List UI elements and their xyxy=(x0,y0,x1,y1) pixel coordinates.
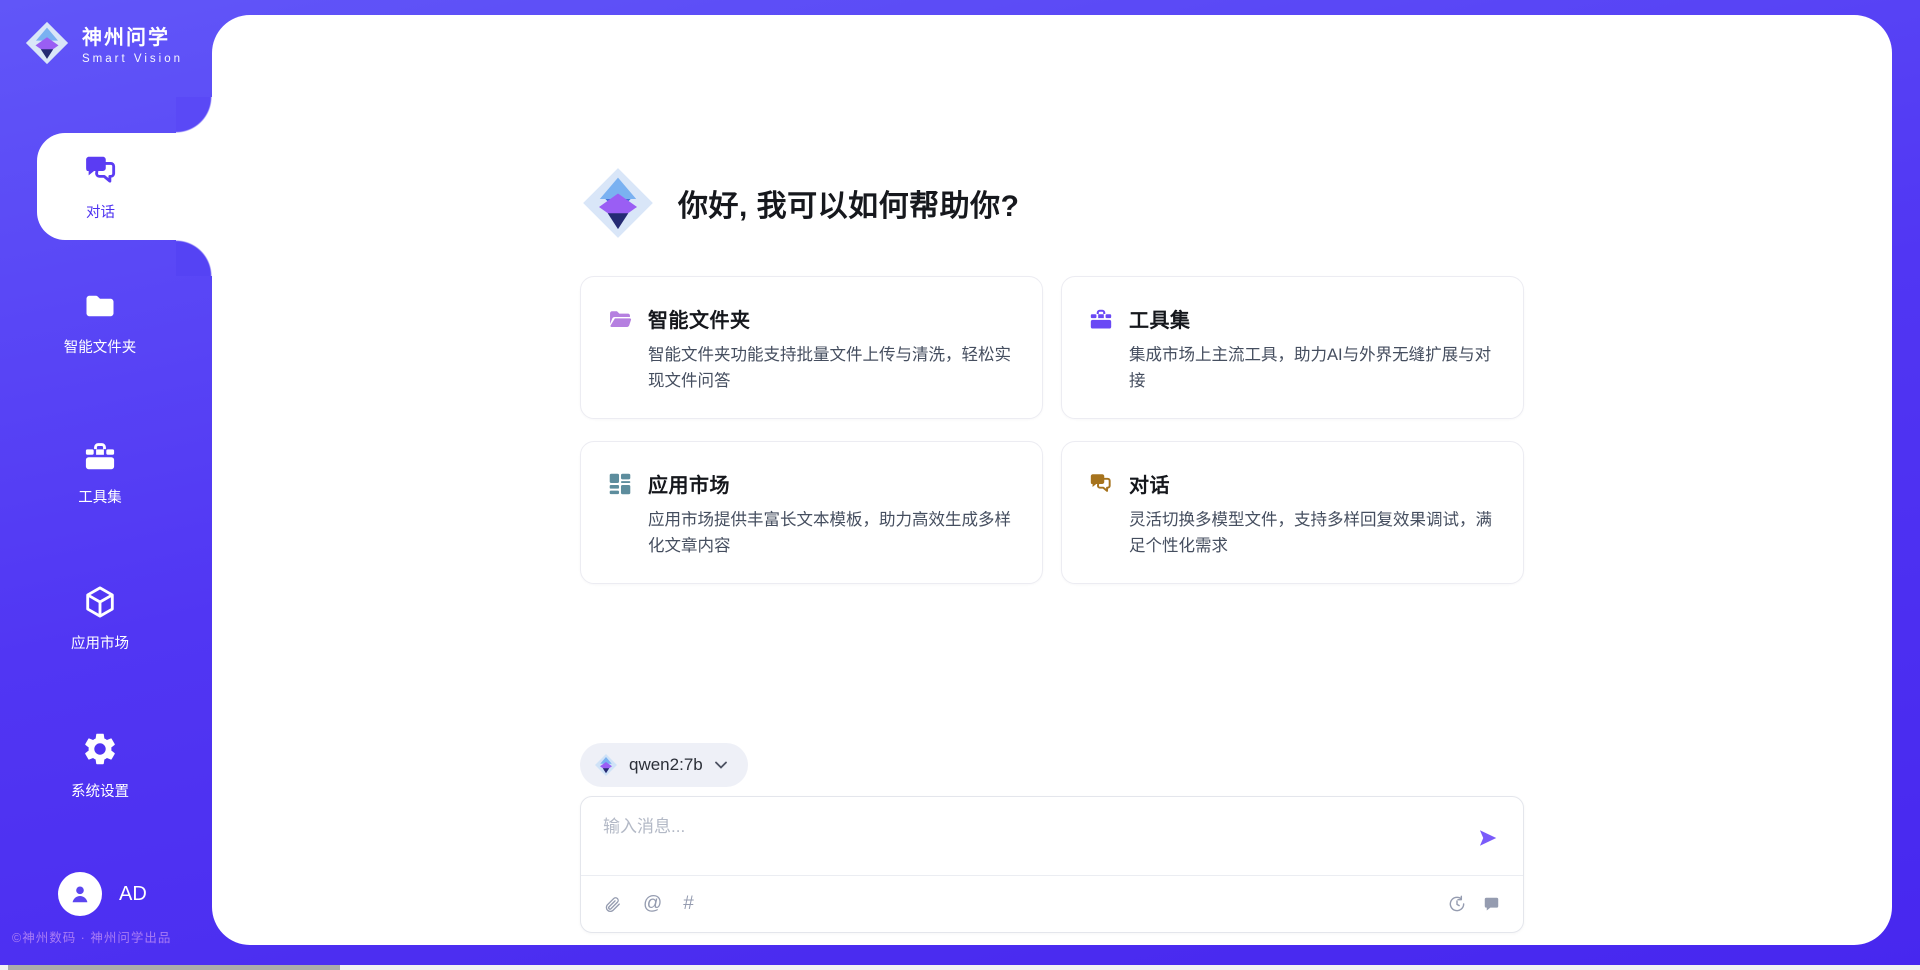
send-icon[interactable] xyxy=(1477,827,1499,849)
user-account[interactable]: AD xyxy=(58,872,147,916)
composer-toolbar: @ # xyxy=(581,876,1523,932)
footer-credit: ©神州数码 · 神州问学出品 xyxy=(12,927,171,946)
message-input[interactable] xyxy=(603,817,1477,837)
message-input-row xyxy=(581,797,1523,876)
horizontal-scrollbar xyxy=(0,965,1920,970)
toolbox-icon xyxy=(82,438,118,474)
toolbox-icon xyxy=(1088,306,1114,332)
sidebar-item-label: 工具集 xyxy=(78,486,122,507)
avatar xyxy=(58,872,102,916)
cube-icon xyxy=(82,584,118,620)
card-title: 应用市场 xyxy=(648,469,730,498)
main-panel: 你好, 我可以如何帮助你? 智能文件夹 智能文件夹功能支持批量文件上传与清洗，轻… xyxy=(212,15,1892,945)
card-toolset[interactable]: 工具集 集成市场上主流工具，助力AI与外界无缝扩展与对接 xyxy=(1061,276,1524,419)
app-grid-icon xyxy=(607,471,633,497)
scrollbar-thumb[interactable] xyxy=(8,965,340,970)
at-icon[interactable]: @ xyxy=(643,893,662,915)
chevron-down-icon xyxy=(714,759,728,771)
card-smart-folders[interactable]: 智能文件夹 智能文件夹功能支持批量文件上传与清洗，轻松实现文件问答 xyxy=(580,276,1043,419)
sidebar-item-smart-folders[interactable]: 智能文件夹 xyxy=(0,288,200,357)
history-icon[interactable] xyxy=(1447,894,1467,914)
user-name: AD xyxy=(119,883,147,906)
gear-icon xyxy=(81,730,119,768)
folder-open-icon xyxy=(607,306,633,332)
greeting-text: 你好, 我可以如何帮助你? xyxy=(678,181,1020,225)
card-description: 智能文件夹功能支持批量文件上传与清洗，轻松实现文件问答 xyxy=(648,342,1014,394)
sidebar: 神州问学 Smart Vision 对话 智能文件夹 xyxy=(0,0,212,970)
folder-icon xyxy=(82,288,118,324)
sidebar-item-toolset[interactable]: 工具集 xyxy=(0,438,200,507)
hash-icon[interactable]: # xyxy=(683,893,694,915)
card-description: 应用市场提供丰富长文本模板，助力高效生成多样化文章内容 xyxy=(648,507,1014,559)
sidebar-item-settings[interactable]: 系统设置 xyxy=(0,730,200,801)
brand-subtitle: Smart Vision xyxy=(82,53,183,65)
card-title: 工具集 xyxy=(1129,304,1191,333)
brand-diamond-icon xyxy=(24,20,70,66)
model-label: qwen2:7b xyxy=(629,755,703,775)
card-description: 灵活切换多模型文件，支持多样回复效果调试，满足个性化需求 xyxy=(1129,507,1495,559)
greeting-row: 你好, 我可以如何帮助你? xyxy=(580,165,1524,241)
paperclip-icon[interactable] xyxy=(603,895,622,914)
sidebar-item-label: 对话 xyxy=(86,201,115,222)
chat-bubbles-icon xyxy=(1088,471,1114,497)
sidebar-item-app-market[interactable]: 应用市场 xyxy=(0,584,200,653)
feature-cards: 智能文件夹 智能文件夹功能支持批量文件上传与清洗，轻松实现文件问答 xyxy=(580,276,1524,584)
brand-title: 神州问学 xyxy=(82,21,183,50)
sidebar-item-label: 智能文件夹 xyxy=(64,336,137,357)
sidebar-item-chat[interactable]: 对话 xyxy=(37,133,212,240)
message-composer: @ # xyxy=(580,796,1524,933)
sidebar-item-label: 系统设置 xyxy=(71,780,129,801)
chat-bubbles-icon xyxy=(82,152,120,190)
card-title: 智能文件夹 xyxy=(648,304,751,333)
card-description: 集成市场上主流工具，助力AI与外界无缝扩展与对接 xyxy=(1129,342,1495,394)
card-chat[interactable]: 对话 灵活切换多模型文件，支持多样回复效果调试，满足个性化需求 xyxy=(1061,441,1524,584)
model-selector[interactable]: qwen2:7b xyxy=(580,743,748,787)
model-diamond-icon xyxy=(594,753,618,777)
card-title: 对话 xyxy=(1129,469,1170,498)
sidebar-item-label: 应用市场 xyxy=(71,632,129,653)
app-logo: 神州问学 Smart Vision xyxy=(24,20,183,66)
card-app-market[interactable]: 应用市场 应用市场提供丰富长文本模板，助力高效生成多样化文章内容 xyxy=(580,441,1043,584)
assistant-diamond-icon xyxy=(580,165,656,241)
message-icon[interactable] xyxy=(1482,895,1501,914)
